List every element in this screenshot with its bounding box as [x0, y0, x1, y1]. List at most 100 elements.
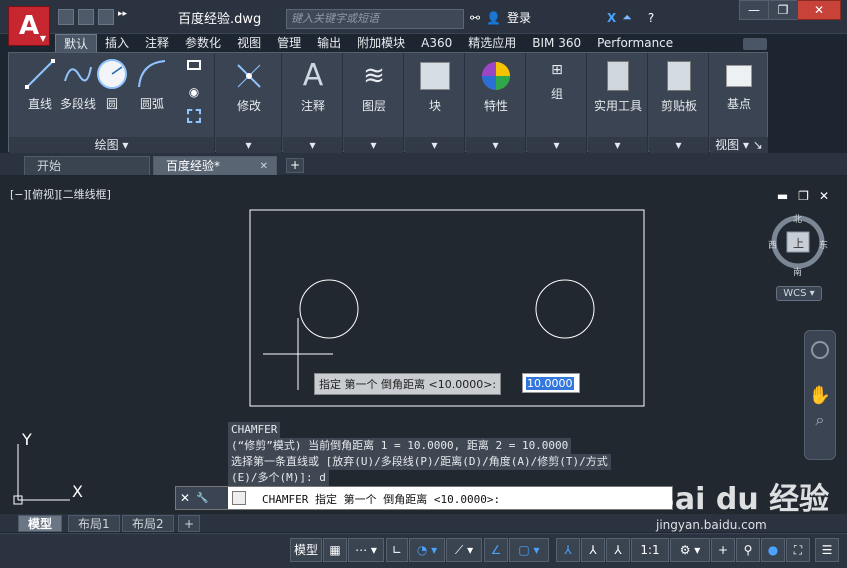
command-prompt-icon[interactable]: [232, 491, 246, 505]
rectangle-tool[interactable]: [179, 59, 209, 73]
tab-a360[interactable]: A360: [413, 34, 460, 52]
clean-screen-icon[interactable]: ⛶: [786, 538, 810, 562]
save-icon[interactable]: [98, 9, 114, 25]
panel-view-footer[interactable]: 视图 ▾ ↘: [710, 137, 768, 153]
layout-tab-layout2[interactable]: 布局2: [122, 515, 174, 532]
new-tab-button[interactable]: +: [286, 158, 304, 173]
search-input[interactable]: 键入关键字或短语: [286, 9, 464, 29]
command-line-input[interactable]: CHAMFER 指定 第一个 倒角距离 <10.0000>:: [262, 491, 500, 507]
tab-default[interactable]: 默认: [55, 34, 98, 52]
panel-group-footer[interactable]: ▾: [527, 137, 586, 153]
panel-block-footer[interactable]: ▾: [405, 137, 464, 153]
polar-tracking-icon[interactable]: ◔ ▾: [409, 538, 445, 562]
viewcube-west[interactable]: 西: [768, 238, 777, 251]
grid-icon[interactable]: ▦: [323, 538, 347, 562]
tab-manage[interactable]: 管理: [269, 34, 309, 52]
auto-scale-icon[interactable]: ⅄: [581, 538, 605, 562]
application-menu-button[interactable]: A ▼: [8, 6, 50, 46]
tab-addins[interactable]: 附加模块: [349, 34, 413, 52]
command-history: CHAMFER (“修剪”模式) 当前倒角距离 1 = 10.0000, 距离 …: [228, 422, 611, 486]
user-icon: 👤: [486, 10, 502, 25]
tab-insert[interactable]: 插入: [97, 34, 137, 52]
tab-performance[interactable]: Performance: [589, 34, 681, 52]
viewcube-north[interactable]: 北: [793, 212, 802, 225]
panel-annotation-footer[interactable]: ▾: [283, 137, 342, 153]
restore-button[interactable]: ❐: [768, 0, 798, 20]
more-tools-icon[interactable]: ▸▸: [118, 9, 128, 25]
tab-view[interactable]: 视图: [229, 34, 269, 52]
zoom-icon[interactable]: ⌕: [805, 410, 835, 430]
panel-layers-footer[interactable]: ▾: [344, 137, 403, 153]
annotation-scale-icon[interactable]: ⅄: [606, 538, 630, 562]
panel-draw-footer[interactable]: 绘图 ▾: [9, 137, 214, 153]
ortho-icon[interactable]: ∟: [386, 538, 408, 562]
tab-featured-apps[interactable]: 精选应用: [460, 34, 524, 52]
autodesk-a360-icon[interactable]: ⏶: [622, 10, 632, 25]
pan-hand-icon[interactable]: ✋: [805, 385, 835, 406]
isolate-objects-icon[interactable]: ⚲: [736, 538, 760, 562]
drawing-canvas[interactable]: [−][俯视][二维线框] ▬ ❐ ✕ Y X 北 南 西 东 上 WCS ▾ …: [0, 176, 847, 514]
dynamic-input-prompt: 指定 第一个 倒角距离 <10.0000>:: [314, 373, 502, 395]
base-point-tool[interactable]: 基点: [710, 59, 768, 112]
viewcube-top[interactable]: 上: [793, 235, 804, 251]
wrench-icon[interactable]: 🔧: [196, 493, 208, 504]
tab-parametric[interactable]: 参数化: [177, 34, 229, 52]
panel-properties: 特性 ▾: [466, 53, 526, 153]
viewcube-south[interactable]: 南: [793, 265, 802, 278]
close-tab-icon[interactable]: ✕: [260, 157, 268, 176]
snap-icon[interactable]: ⋯ ▾: [348, 538, 384, 562]
plus-icon[interactable]: +: [711, 538, 735, 562]
close-command-line-icon[interactable]: ✕: [180, 491, 190, 505]
login-button[interactable]: 登录: [507, 9, 531, 26]
minimize-button[interactable]: —: [739, 0, 769, 20]
annotation-scale-dropdown[interactable]: 1:1: [631, 538, 669, 562]
object-snap-icon[interactable]: ▢ ▾: [509, 538, 549, 562]
close-window-button[interactable]: ✕: [797, 0, 841, 20]
open-folder-icon[interactable]: [78, 9, 94, 25]
annotation-tool[interactable]: A 注释: [284, 59, 342, 114]
help-icon[interactable]: ?: [648, 11, 654, 25]
clipboard-tool[interactable]: 剪贴板: [650, 59, 708, 114]
model-space-button[interactable]: 模型: [290, 538, 322, 562]
wcs-dropdown[interactable]: WCS ▾: [776, 286, 822, 301]
add-layout-button[interactable]: +: [178, 515, 200, 532]
modify-tool[interactable]: 修改: [220, 59, 278, 114]
panel-modify-footer[interactable]: ▾: [216, 137, 281, 153]
ribbon-minimize-toggle[interactable]: [743, 38, 767, 50]
dynamic-input-field[interactable]: 10.0000: [522, 373, 580, 393]
new-file-icon[interactable]: [58, 9, 74, 25]
steering-wheel-icon[interactable]: [811, 341, 829, 359]
layers-tool[interactable]: ≋ 图层: [345, 59, 403, 114]
block-tool[interactable]: 块: [406, 59, 464, 114]
doc-tab-current[interactable]: 百度经验* ✕: [153, 156, 277, 175]
layout-tab-layout1[interactable]: 布局1: [68, 515, 120, 532]
tab-bim360[interactable]: BIM 360: [524, 34, 589, 52]
customization-menu-icon[interactable]: ☰: [815, 538, 839, 562]
isodraft-icon[interactable]: ⟋ ▾: [446, 538, 482, 562]
tab-output[interactable]: 输出: [309, 34, 349, 52]
boundary-tool[interactable]: [179, 109, 209, 126]
utilities-tool[interactable]: 实用工具: [589, 59, 647, 114]
panel-clipboard-footer[interactable]: ▾: [649, 137, 708, 153]
text-a-icon: A: [302, 58, 324, 93]
ribbon-tab-bar: 默认 插入 注释 参数化 视图 管理 输出 附加模块 A360 精选应用 BIM…: [55, 34, 681, 52]
workspace-gear-icon[interactable]: ⚙ ▾: [670, 538, 710, 562]
move-icon: [237, 64, 261, 88]
layers-icon: ≋: [363, 61, 385, 91]
hatch-tool[interactable]: ◉: [179, 85, 209, 99]
hardware-acceleration-icon[interactable]: ●: [761, 538, 785, 562]
object-snap-tracking-icon[interactable]: ∠: [484, 538, 508, 562]
exchange-icon[interactable]: X: [607, 11, 616, 25]
properties-tool[interactable]: 特性: [467, 59, 525, 114]
viewcube-east[interactable]: 东: [819, 238, 828, 251]
binoculars-icon[interactable]: ⚯: [470, 11, 480, 25]
arc-tool[interactable]: 圆弧: [123, 57, 181, 112]
layout-tab-model[interactable]: 模型: [18, 515, 63, 532]
panel-properties-footer[interactable]: ▾: [466, 137, 525, 153]
group-tool[interactable]: ⊞ 组: [528, 59, 586, 102]
panel-utilities-footer[interactable]: ▾: [588, 137, 647, 153]
panel-view: 基点 视图 ▾ ↘: [710, 53, 768, 153]
tab-annotate[interactable]: 注释: [137, 34, 177, 52]
annotation-visibility-icon[interactable]: ⅄: [556, 538, 580, 562]
doc-tab-start[interactable]: 开始: [24, 156, 150, 175]
